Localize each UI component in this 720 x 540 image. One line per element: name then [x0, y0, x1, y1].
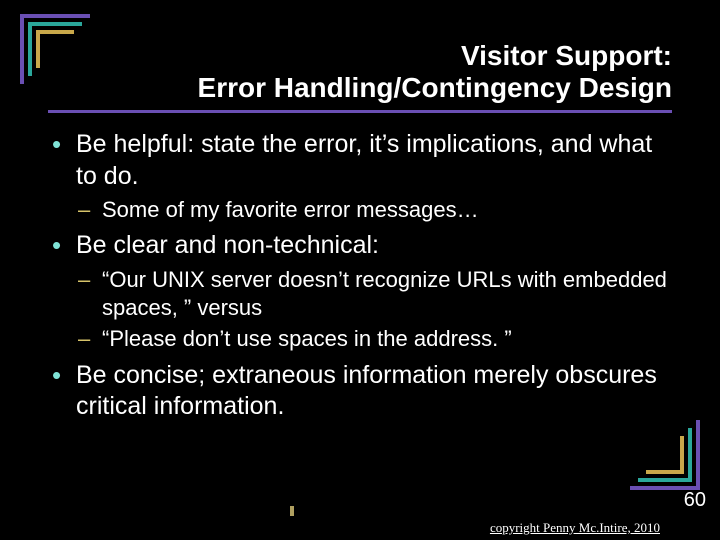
decoration-tick: [290, 506, 294, 516]
slide-title: Visitor Support: Error Handling/Continge…: [48, 40, 672, 113]
bullet-item: Be clear and non-technical: “Our UNIX se…: [48, 230, 672, 353]
slide-number: 60: [684, 489, 706, 512]
title-line-2: Error Handling/Contingency Design: [198, 72, 672, 103]
sub-list: Some of my favorite error messages…: [76, 196, 672, 225]
sub-item: “Please don’t use spaces in the address.…: [76, 325, 672, 354]
bullet-text: Be clear and non-technical:: [76, 231, 379, 259]
slide-content: Visitor Support: Error Handling/Continge…: [48, 40, 672, 490]
bullet-item: Be helpful: state the error, it’s implic…: [48, 129, 672, 224]
sub-item: “Our UNIX server doesn’t recognize URLs …: [76, 266, 672, 323]
copyright-text: copyright Penny Mc.Intire, 2010: [490, 520, 660, 536]
bullet-text: Be helpful: state the error, it’s implic…: [76, 130, 652, 189]
bullet-item: Be concise; extraneous information merel…: [48, 360, 672, 423]
title-line-1: Visitor Support:: [461, 40, 672, 71]
sub-item: Some of my favorite error messages…: [76, 196, 672, 225]
bullet-text: Be concise; extraneous information merel…: [76, 361, 657, 420]
bullet-list: Be helpful: state the error, it’s implic…: [48, 129, 672, 422]
sub-list: “Our UNIX server doesn’t recognize URLs …: [76, 266, 672, 354]
slide-frame: Visitor Support: Error Handling/Continge…: [20, 14, 700, 490]
